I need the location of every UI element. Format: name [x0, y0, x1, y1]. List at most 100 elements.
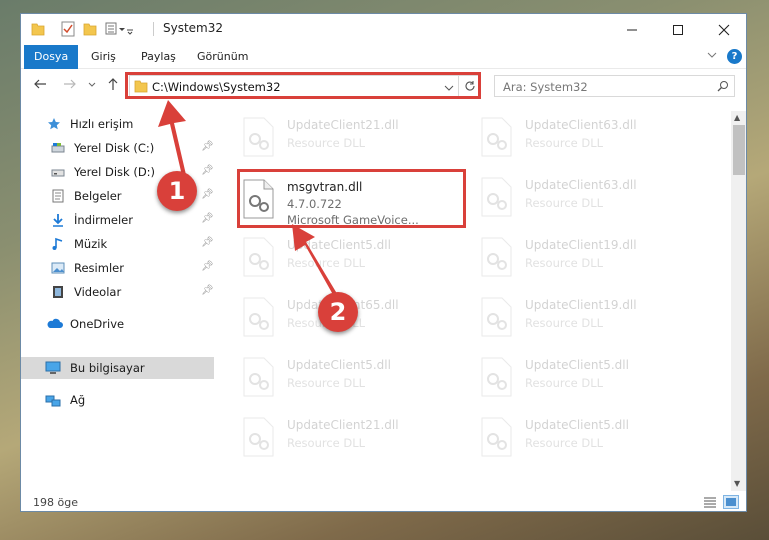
dll-file-icon — [241, 117, 276, 157]
file-name: UpdateClient19.dll — [525, 238, 637, 252]
search-placeholder: Ara: System32 — [503, 80, 588, 94]
dll-file-icon — [241, 297, 276, 337]
nav-item-videos[interactable]: Videolar 📌︎ — [21, 281, 214, 303]
file-tile[interactable]: UpdateClient5.dll Resource DLL — [459, 351, 687, 406]
pin-icon[interactable]: 📌︎ — [201, 285, 214, 296]
nav-quick-access[interactable]: Hızlı erişim — [21, 113, 214, 135]
toolbar-customize-icon[interactable] — [105, 21, 135, 37]
file-tile[interactable]: UpdateClient5.dll Resource DLL — [221, 231, 449, 286]
file-tile[interactable]: UpdateClient21.dll Resource DLL — [221, 111, 449, 166]
pictures-icon — [51, 261, 65, 275]
network-icon — [45, 393, 61, 407]
download-icon — [51, 213, 65, 227]
cloud-icon — [47, 317, 63, 331]
file-description: Resource DLL — [525, 436, 604, 450]
tab-view[interactable]: Görünüm — [187, 45, 258, 69]
pin-icon[interactable]: 📌︎ — [201, 261, 214, 272]
new-folder-icon[interactable] — [83, 21, 97, 37]
maximize-button[interactable] — [655, 14, 701, 45]
ribbon-expand-icon[interactable] — [707, 50, 717, 63]
nav-onedrive[interactable]: OneDrive — [21, 313, 214, 335]
file-name: UpdateClient5.dll — [287, 358, 391, 372]
nav-label: Resimler — [74, 261, 124, 275]
file-name: UpdateClient5.dll — [525, 358, 629, 372]
tab-file[interactable]: Dosya — [24, 45, 79, 69]
file-description: Resource DLL — [287, 436, 366, 450]
properties-check-icon[interactable] — [61, 21, 75, 37]
file-list: UpdateClient21.dll Resource DLL msgvtran… — [221, 111, 731, 491]
folder-icon — [31, 21, 45, 37]
details-view-icon[interactable] — [703, 496, 717, 511]
large-icons-view-icon[interactable] — [723, 495, 739, 509]
dll-file-icon — [479, 177, 514, 217]
music-icon — [51, 237, 65, 251]
nav-label: Belgeler — [74, 189, 122, 203]
status-bar: 198 öge — [21, 491, 746, 511]
pin-icon[interactable]: 📌︎ — [201, 213, 214, 224]
minimize-button[interactable] — [609, 14, 655, 45]
file-tile[interactable]: UpdateClient21.dll Resource DLL — [221, 411, 449, 466]
navigation-pane: Hızlı erişim Yerel Disk (C:) 📌︎ Yerel Di… — [21, 111, 214, 491]
up-arrow-icon[interactable] — [106, 77, 120, 95]
nav-network[interactable]: Ağ — [21, 389, 214, 411]
file-name: UpdateClient63.dll — [525, 178, 637, 192]
pin-icon[interactable]: 📌︎ — [201, 189, 214, 200]
tab-share[interactable]: Paylaş — [131, 45, 186, 69]
dll-file-icon — [241, 417, 276, 457]
close-button[interactable] — [701, 14, 746, 45]
drive-icon — [51, 141, 65, 155]
scroll-thumb[interactable] — [733, 125, 745, 175]
address-bar-highlight — [125, 72, 481, 99]
window-title: System32 — [163, 21, 224, 35]
documents-icon — [51, 189, 65, 203]
file-name: UpdateClient5.dll — [525, 418, 629, 432]
file-description: Resource DLL — [287, 256, 366, 270]
nav-label: OneDrive — [70, 317, 125, 331]
file-description: Resource DLL — [525, 376, 604, 390]
step-2-callout: 2 — [318, 292, 358, 332]
file-tile[interactable]: UpdateClient19.dll Resource DLL — [459, 291, 687, 346]
file-tile[interactable]: UpdateClient5.dll Resource DLL — [221, 351, 449, 406]
search-icon[interactable] — [717, 80, 729, 95]
dll-file-icon — [479, 417, 514, 457]
dll-file-icon — [479, 117, 514, 157]
dll-file-icon — [241, 357, 276, 397]
title-separator — [153, 22, 154, 36]
computer-icon — [45, 361, 61, 375]
search-input[interactable]: Ara: System32 — [494, 75, 735, 97]
pin-icon[interactable]: 📌︎ — [201, 165, 214, 176]
nav-this-pc[interactable]: Bu bilgisayar — [21, 357, 214, 379]
nav-item-downloads[interactable]: İndirmeler 📌︎ — [21, 209, 214, 231]
pin-icon[interactable]: 📌︎ — [201, 237, 214, 248]
recent-locations-icon[interactable] — [87, 77, 97, 95]
nav-label: Ağ — [70, 393, 86, 407]
file-tile[interactable]: UpdateClient5.dll Resource DLL — [459, 411, 687, 466]
forward-arrow-icon[interactable] — [63, 77, 77, 95]
file-tile[interactable]: UpdateClient19.dll Resource DLL — [459, 231, 687, 286]
file-description: Resource DLL — [525, 196, 604, 210]
nav-label: Videolar — [74, 285, 122, 299]
file-tile[interactable]: UpdateClient63.dll Resource DLL — [459, 171, 687, 226]
tab-home[interactable]: Giriş — [81, 45, 126, 69]
back-arrow-icon[interactable] — [33, 77, 47, 95]
item-count: 198 öge — [33, 496, 78, 509]
file-name: UpdateClient19.dll — [525, 298, 637, 312]
scroll-down-icon[interactable]: ▼ — [734, 479, 740, 488]
drive-icon — [51, 165, 65, 179]
pin-icon[interactable]: 📌︎ — [201, 141, 214, 152]
help-icon[interactable]: ? — [727, 49, 742, 64]
vertical-scrollbar[interactable]: ▲ ▼ — [731, 111, 746, 491]
videos-icon — [51, 285, 65, 299]
dll-file-icon — [479, 237, 514, 277]
dll-file-icon — [241, 237, 276, 277]
scroll-up-icon[interactable]: ▲ — [734, 113, 740, 122]
dll-file-icon — [479, 297, 514, 337]
file-highlight — [237, 169, 466, 228]
file-tile[interactable]: UpdateClient63.dll Resource DLL — [459, 111, 687, 166]
nav-item-local-disk-c[interactable]: Yerel Disk (C:) 📌︎ — [21, 137, 214, 159]
file-description: Resource DLL — [287, 376, 366, 390]
nav-label: Yerel Disk (D:) — [74, 165, 156, 179]
file-description: Resource DLL — [525, 136, 604, 150]
nav-item-pictures[interactable]: Resimler 📌︎ — [21, 257, 214, 279]
nav-item-music[interactable]: Müzik 📌︎ — [21, 233, 214, 255]
